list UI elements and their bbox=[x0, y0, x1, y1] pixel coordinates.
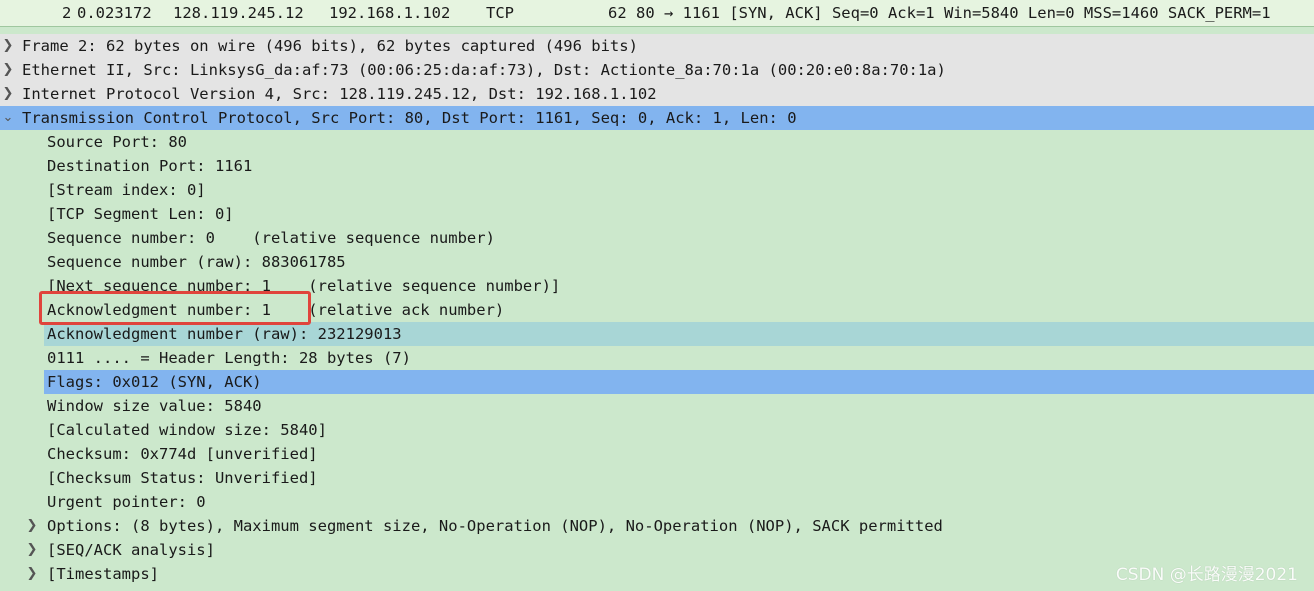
tree-item-destination-port[interactable]: Destination Port: 1161 bbox=[0, 154, 1314, 178]
packet-time: 0.023172 bbox=[77, 4, 152, 22]
packet-source: 128.119.245.12 bbox=[173, 4, 304, 22]
tree-item-label: Urgent pointer: 0 bbox=[47, 493, 206, 511]
tree-item-flags[interactable]: ❯ Flags: 0x012 (SYN, ACK) bbox=[44, 370, 1314, 394]
tree-item-seq-ack-analysis[interactable]: ❯ [SEQ/ACK analysis] bbox=[0, 538, 1314, 562]
tree-item-calc-window[interactable]: [Calculated window size: 5840] bbox=[0, 418, 1314, 442]
tree-item-label: [Timestamps] bbox=[47, 565, 159, 583]
chevron-down-icon[interactable]: ⌄ bbox=[0, 106, 16, 130]
tree-item-label: [TCP Segment Len: 0] bbox=[47, 205, 234, 223]
tree-item-stream-index[interactable]: [Stream index: 0] bbox=[0, 178, 1314, 202]
tree-item-frame[interactable]: ❯ Frame 2: 62 bytes on wire (496 bits), … bbox=[0, 34, 1314, 58]
chevron-right-icon[interactable]: ❯ bbox=[0, 34, 16, 58]
tree-item-label: Sequence number (raw): 883061785 bbox=[47, 253, 346, 271]
chevron-right-icon[interactable]: ❯ bbox=[0, 82, 16, 106]
tree-item-label: Frame 2: 62 bytes on wire (496 bits), 62… bbox=[22, 37, 638, 55]
tree-item-label: [Checksum Status: Unverified] bbox=[47, 469, 318, 487]
tree-item-label: Transmission Control Protocol, Src Port:… bbox=[22, 109, 797, 127]
packet-info: 62 80 → 1161 [SYN, ACK] Seq=0 Ack=1 Win=… bbox=[608, 4, 1271, 22]
tree-item-label: 0111 .... = Header Length: 28 bytes (7) bbox=[47, 349, 411, 367]
watermark: CSDN @长路漫漫2021 bbox=[1115, 565, 1298, 585]
tree-item-label: Acknowledgment number: 1 (relative ack n… bbox=[47, 301, 505, 319]
tree-item-label: [Calculated window size: 5840] bbox=[47, 421, 327, 439]
tree-item-header-length[interactable]: 0111 .... = Header Length: 28 bytes (7) bbox=[0, 346, 1314, 370]
tree-item-label: Flags: 0x012 (SYN, ACK) bbox=[47, 373, 262, 391]
chevron-right-icon[interactable]: ❯ bbox=[24, 538, 40, 562]
tree-item-label: Source Port: 80 bbox=[47, 133, 187, 151]
chevron-right-icon[interactable]: ❯ bbox=[24, 562, 40, 586]
tree-item-label: Destination Port: 1161 bbox=[47, 157, 253, 175]
tree-item-seq-number[interactable]: Sequence number: 0 (relative sequence nu… bbox=[0, 226, 1314, 250]
tree-item-label: [SEQ/ACK analysis] bbox=[47, 541, 215, 559]
tree-item-label: Ethernet II, Src: LinksysG_da:af:73 (00:… bbox=[22, 61, 946, 79]
tree-item-ip[interactable]: ❯ Internet Protocol Version 4, Src: 128.… bbox=[0, 82, 1314, 106]
tree-item-label: Checksum: 0x774d [unverified] bbox=[47, 445, 318, 463]
tree-item-urgent-pointer[interactable]: Urgent pointer: 0 bbox=[0, 490, 1314, 514]
tree-item-label: Internet Protocol Version 4, Src: 128.11… bbox=[22, 85, 657, 103]
tree-item-ethernet[interactable]: ❯ Ethernet II, Src: LinksysG_da:af:73 (0… bbox=[0, 58, 1314, 82]
tree-item-segment-len[interactable]: [TCP Segment Len: 0] bbox=[0, 202, 1314, 226]
packet-details-tree: ❯ Frame 2: 62 bytes on wire (496 bits), … bbox=[0, 34, 1314, 586]
tree-item-checksum-status[interactable]: [Checksum Status: Unverified] bbox=[0, 466, 1314, 490]
tree-item-options[interactable]: ❯ Options: (8 bytes), Maximum segment si… bbox=[0, 514, 1314, 538]
tree-item-window-size[interactable]: Window size value: 5840 bbox=[0, 394, 1314, 418]
tree-item-ack-number[interactable]: Acknowledgment number: 1 (relative ack n… bbox=[0, 298, 1314, 322]
tree-item-label: Acknowledgment number (raw): 232129013 bbox=[47, 325, 402, 343]
chevron-right-icon[interactable]: ❯ bbox=[24, 514, 40, 538]
tree-item-label: Sequence number: 0 (relative sequence nu… bbox=[47, 229, 495, 247]
tree-item-label: Options: (8 bytes), Maximum segment size… bbox=[47, 517, 943, 535]
tree-item-ack-number-raw[interactable]: Acknowledgment number (raw): 232129013 bbox=[44, 322, 1314, 346]
tree-item-seq-number-raw[interactable]: Sequence number (raw): 883061785 bbox=[0, 250, 1314, 274]
tree-item-tcp[interactable]: ⌄ Transmission Control Protocol, Src Por… bbox=[0, 106, 1314, 130]
packet-no: 2 bbox=[62, 4, 72, 22]
tree-item-next-seq[interactable]: [Next sequence number: 1 (relative seque… bbox=[0, 274, 1314, 298]
chevron-right-icon[interactable]: ❯ bbox=[0, 58, 16, 82]
packet-protocol: TCP bbox=[486, 4, 514, 22]
tree-item-checksum[interactable]: Checksum: 0x774d [unverified] bbox=[0, 442, 1314, 466]
tree-item-label: Window size value: 5840 bbox=[47, 397, 262, 415]
packet-destination: 192.168.1.102 bbox=[329, 4, 451, 22]
tree-item-label: [Next sequence number: 1 (relative seque… bbox=[47, 277, 561, 295]
packet-list-selected-row[interactable]: 2 0.023172 128.119.245.12 192.168.1.102 … bbox=[0, 0, 1314, 27]
tree-item-source-port[interactable]: Source Port: 80 bbox=[0, 130, 1314, 154]
tree-item-label: [Stream index: 0] bbox=[47, 181, 206, 199]
